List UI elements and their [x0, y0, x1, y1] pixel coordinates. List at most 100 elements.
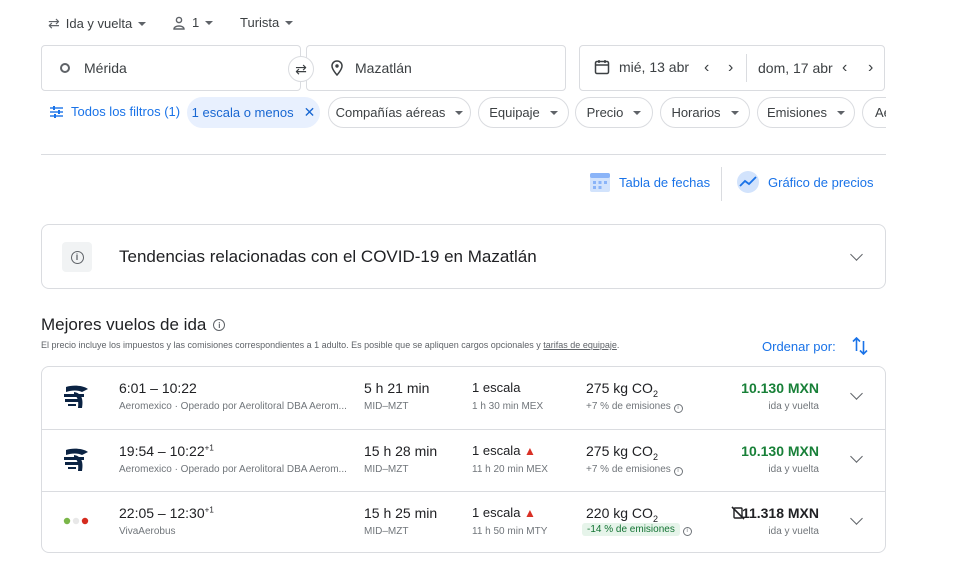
price-graph-button[interactable]: Gráfico de precios [736, 171, 874, 193]
info-icon: i [682, 527, 692, 536]
depart-next-day-button[interactable]: › [728, 59, 733, 77]
more-filter-label: Ae [875, 105, 886, 120]
info-icon[interactable]: i [213, 319, 226, 331]
flight-emissions: +7 % de emisiones i [586, 401, 683, 413]
all-filters-button[interactable]: Todos los filtros (1) [50, 104, 180, 119]
swap-arrows-icon: ⇄ [48, 15, 60, 31]
chevron-down-icon[interactable] [850, 387, 863, 400]
flight-stop-detail: 1 h 30 min MEX [472, 401, 544, 412]
price-filter-chip[interactable]: Precio [575, 97, 653, 128]
results-title: Mejores vuelos de ida [41, 315, 207, 334]
chevron-down-icon [285, 20, 294, 25]
flight-stop-detail: 11 h 20 min MEX [472, 464, 548, 475]
destination-input[interactable]: Mazatlán [306, 45, 566, 91]
return-next-day-button[interactable]: › [868, 59, 873, 77]
flight-airline: Aeromexico · Operado por Aerolitoral DBA… [119, 401, 347, 412]
chevron-down-icon [138, 21, 147, 26]
flight-duration: 5 h 21 min [364, 380, 430, 396]
times-filter-chip[interactable]: Horarios [660, 97, 750, 128]
chevron-down-icon[interactable] [850, 512, 863, 525]
emissions-filter-chip[interactable]: Emisiones [757, 97, 855, 128]
aeromexico-logo-icon [64, 385, 88, 408]
trip-type-label: Ida y vuelta [65, 16, 133, 31]
date-divider [746, 54, 747, 82]
origin-circle-icon [60, 63, 70, 73]
flight-price-type: ida y vuelta [768, 464, 819, 475]
info-icon: i [673, 467, 683, 476]
flight-times: 22:05 – 12:30+1 [119, 505, 214, 521]
cabin-dropdown[interactable]: Turista [240, 15, 294, 30]
flight-co2: 220 kg CO2 [586, 505, 658, 524]
baggage-filter-chip[interactable]: Equipaje [478, 97, 569, 128]
airlines-filter-label: Compañías aéreas [335, 105, 446, 120]
date-table-button[interactable]: Tabla de fechas [589, 171, 710, 193]
depart-date-input[interactable]: mié, 13 abr [594, 59, 689, 75]
baggage-fees-link[interactable]: tarifas de equipaje [543, 340, 617, 350]
views-divider [721, 167, 722, 201]
passengers-count: 1 [192, 15, 200, 30]
airlines-filter-chip[interactable]: Compañías aéreas [328, 97, 471, 128]
chevron-down-icon [205, 20, 214, 25]
info-icon: i [673, 404, 683, 413]
flight-co2: 275 kg CO2 [586, 443, 658, 462]
covid-trends-text: Tendencias relacionadas con el COVID-19 … [119, 247, 537, 266]
flight-price: 10.130 MXN [741, 443, 819, 459]
filter-sliders-icon [50, 105, 63, 118]
flight-row[interactable]: 19:54 – 10:22+1 Aeromexico · Operado por… [42, 429, 885, 491]
warning-icon: ▲ [524, 506, 536, 520]
filters-divider [41, 154, 886, 155]
flight-route: MID–MZT [364, 401, 409, 412]
return-prev-day-button[interactable]: ‹ [842, 59, 847, 77]
depart-date-value: mié, 13 abr [619, 59, 690, 75]
return-date-input[interactable]: dom, 17 abr [758, 60, 833, 76]
flight-times: 19:54 – 10:22+1 [119, 443, 214, 459]
person-icon [173, 16, 185, 30]
flight-emissions: +7 % de emisiones i [586, 464, 683, 476]
sort-arrows-icon [852, 337, 868, 355]
depart-prev-day-button[interactable]: ‹ [704, 59, 709, 77]
origin-input[interactable]: Mérida [41, 45, 301, 91]
flight-row[interactable]: 22:05 – 12:30+1 VivaAerobus 15 h 25 min … [42, 491, 885, 553]
emissions-filter-label: Emisiones [767, 105, 827, 120]
flight-times: 6:01 – 10:22 [119, 380, 197, 396]
chevron-down-icon[interactable] [850, 450, 863, 463]
flight-stops: 1 escala ▲ [472, 505, 536, 520]
chevron-down-icon [633, 110, 642, 115]
chevron-down-icon [836, 110, 845, 115]
passengers-dropdown[interactable]: 1 [172, 15, 214, 30]
price-graph-label: Gráfico de precios [768, 174, 874, 190]
flight-price: 11.318 MXN [741, 505, 819, 521]
all-filters-label: Todos los filtros (1) [71, 104, 181, 119]
stops-filter-chip[interactable]: 1 escala o menos ✕ [187, 97, 320, 128]
times-filter-label: Horarios [671, 105, 721, 120]
flight-price-type: ida y vuelta [768, 401, 819, 412]
flight-stops: 1 escala ▲ [472, 443, 536, 458]
flight-results-list: 6:01 – 10:22 Aeromexico · Operado por Ae… [41, 366, 886, 553]
flight-row[interactable]: 6:01 – 10:22 Aeromexico · Operado por Ae… [42, 367, 885, 429]
swap-locations-button[interactable]: ⇄ [288, 56, 314, 82]
date-table-label: Tabla de fechas [619, 174, 711, 190]
flight-route: MID–MZT [364, 464, 409, 475]
disclaimer-text: El precio incluye los impuestos y las co… [41, 340, 544, 350]
cabin-label: Turista [240, 15, 280, 30]
more-filter-chip[interactable]: Ae [862, 97, 886, 128]
location-pin-icon [331, 60, 343, 76]
covid-trends-card[interactable]: i Tendencias relacionadas con el COVID-1… [41, 224, 886, 289]
sort-button[interactable]: Ordenar por: [762, 337, 868, 355]
chevron-down-icon[interactable] [850, 248, 863, 261]
price-filter-label: Precio [586, 105, 624, 120]
chevron-down-icon [730, 110, 739, 115]
results-heading: Mejores vuelos de ida i [41, 315, 226, 335]
date-range-field: mié, 13 abr ‹ › dom, 17 abr ‹ › [579, 45, 885, 91]
price-graph-icon [737, 171, 759, 193]
calendar-icon [594, 60, 610, 75]
trip-type-dropdown[interactable]: ⇄ Ida y vuelta [48, 15, 147, 32]
disclaimer-end: . [616, 340, 620, 350]
flight-duration: 15 h 28 min [364, 443, 438, 459]
chevron-down-icon [549, 110, 558, 115]
flight-price: 10.130 MXN [741, 380, 819, 396]
flight-price-type: ida y vuelta [768, 526, 819, 537]
close-icon[interactable]: ✕ [304, 104, 316, 121]
flight-co2: 275 kg CO2 [586, 380, 658, 399]
destination-value: Mazatlán [355, 60, 412, 76]
